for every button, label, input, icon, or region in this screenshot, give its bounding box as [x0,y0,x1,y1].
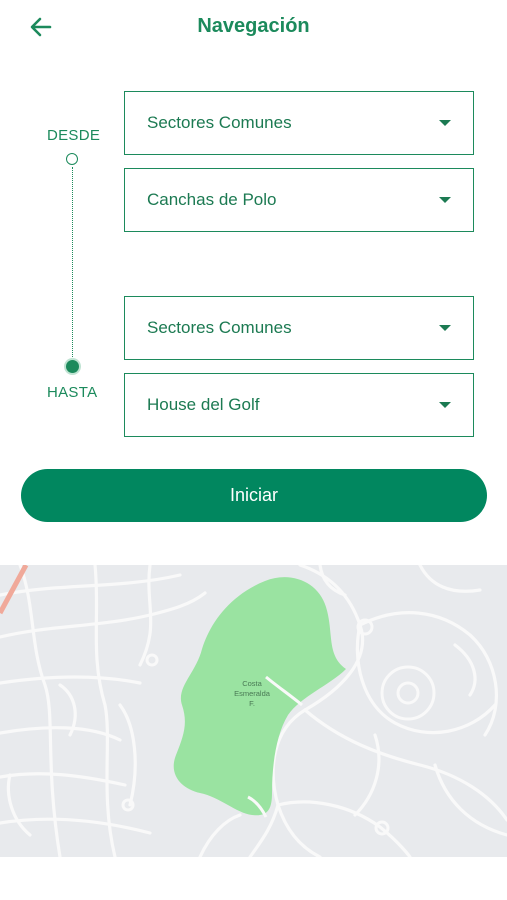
from-place-select[interactable]: Canchas de Polo [124,168,474,232]
to-sector-select[interactable]: Sectores Comunes [124,296,474,360]
app-header: Navegación [0,0,507,56]
map-poi-label-line2: Esmeralda [234,689,271,698]
start-button[interactable]: Iniciar [21,469,487,522]
map-view[interactable]: Costa Esmeralda F. [0,565,507,857]
page-title: Navegación [197,15,310,37]
to-place-value: House del Golf [147,395,260,414]
route-dotted-line [72,167,73,359]
dropdown-caret-icon [439,120,451,126]
destination-dot-icon [66,360,79,373]
from-place-value: Canchas de Polo [147,190,277,209]
from-label: DESDE [47,127,101,144]
dropdown-caret-icon [439,325,451,331]
map-poi-label-line1: Costa [242,679,262,688]
to-label: HASTA [47,384,98,401]
dropdown-caret-icon [439,402,451,408]
to-place-select[interactable]: House del Golf [124,373,474,437]
to-sector-value: Sectores Comunes [147,318,292,337]
map-poi-label-line3: F. [249,699,255,708]
origin-dot-icon [66,153,78,165]
from-sector-select[interactable]: Sectores Comunes [124,91,474,155]
from-sector-value: Sectores Comunes [147,113,292,132]
dropdown-caret-icon [439,197,451,203]
